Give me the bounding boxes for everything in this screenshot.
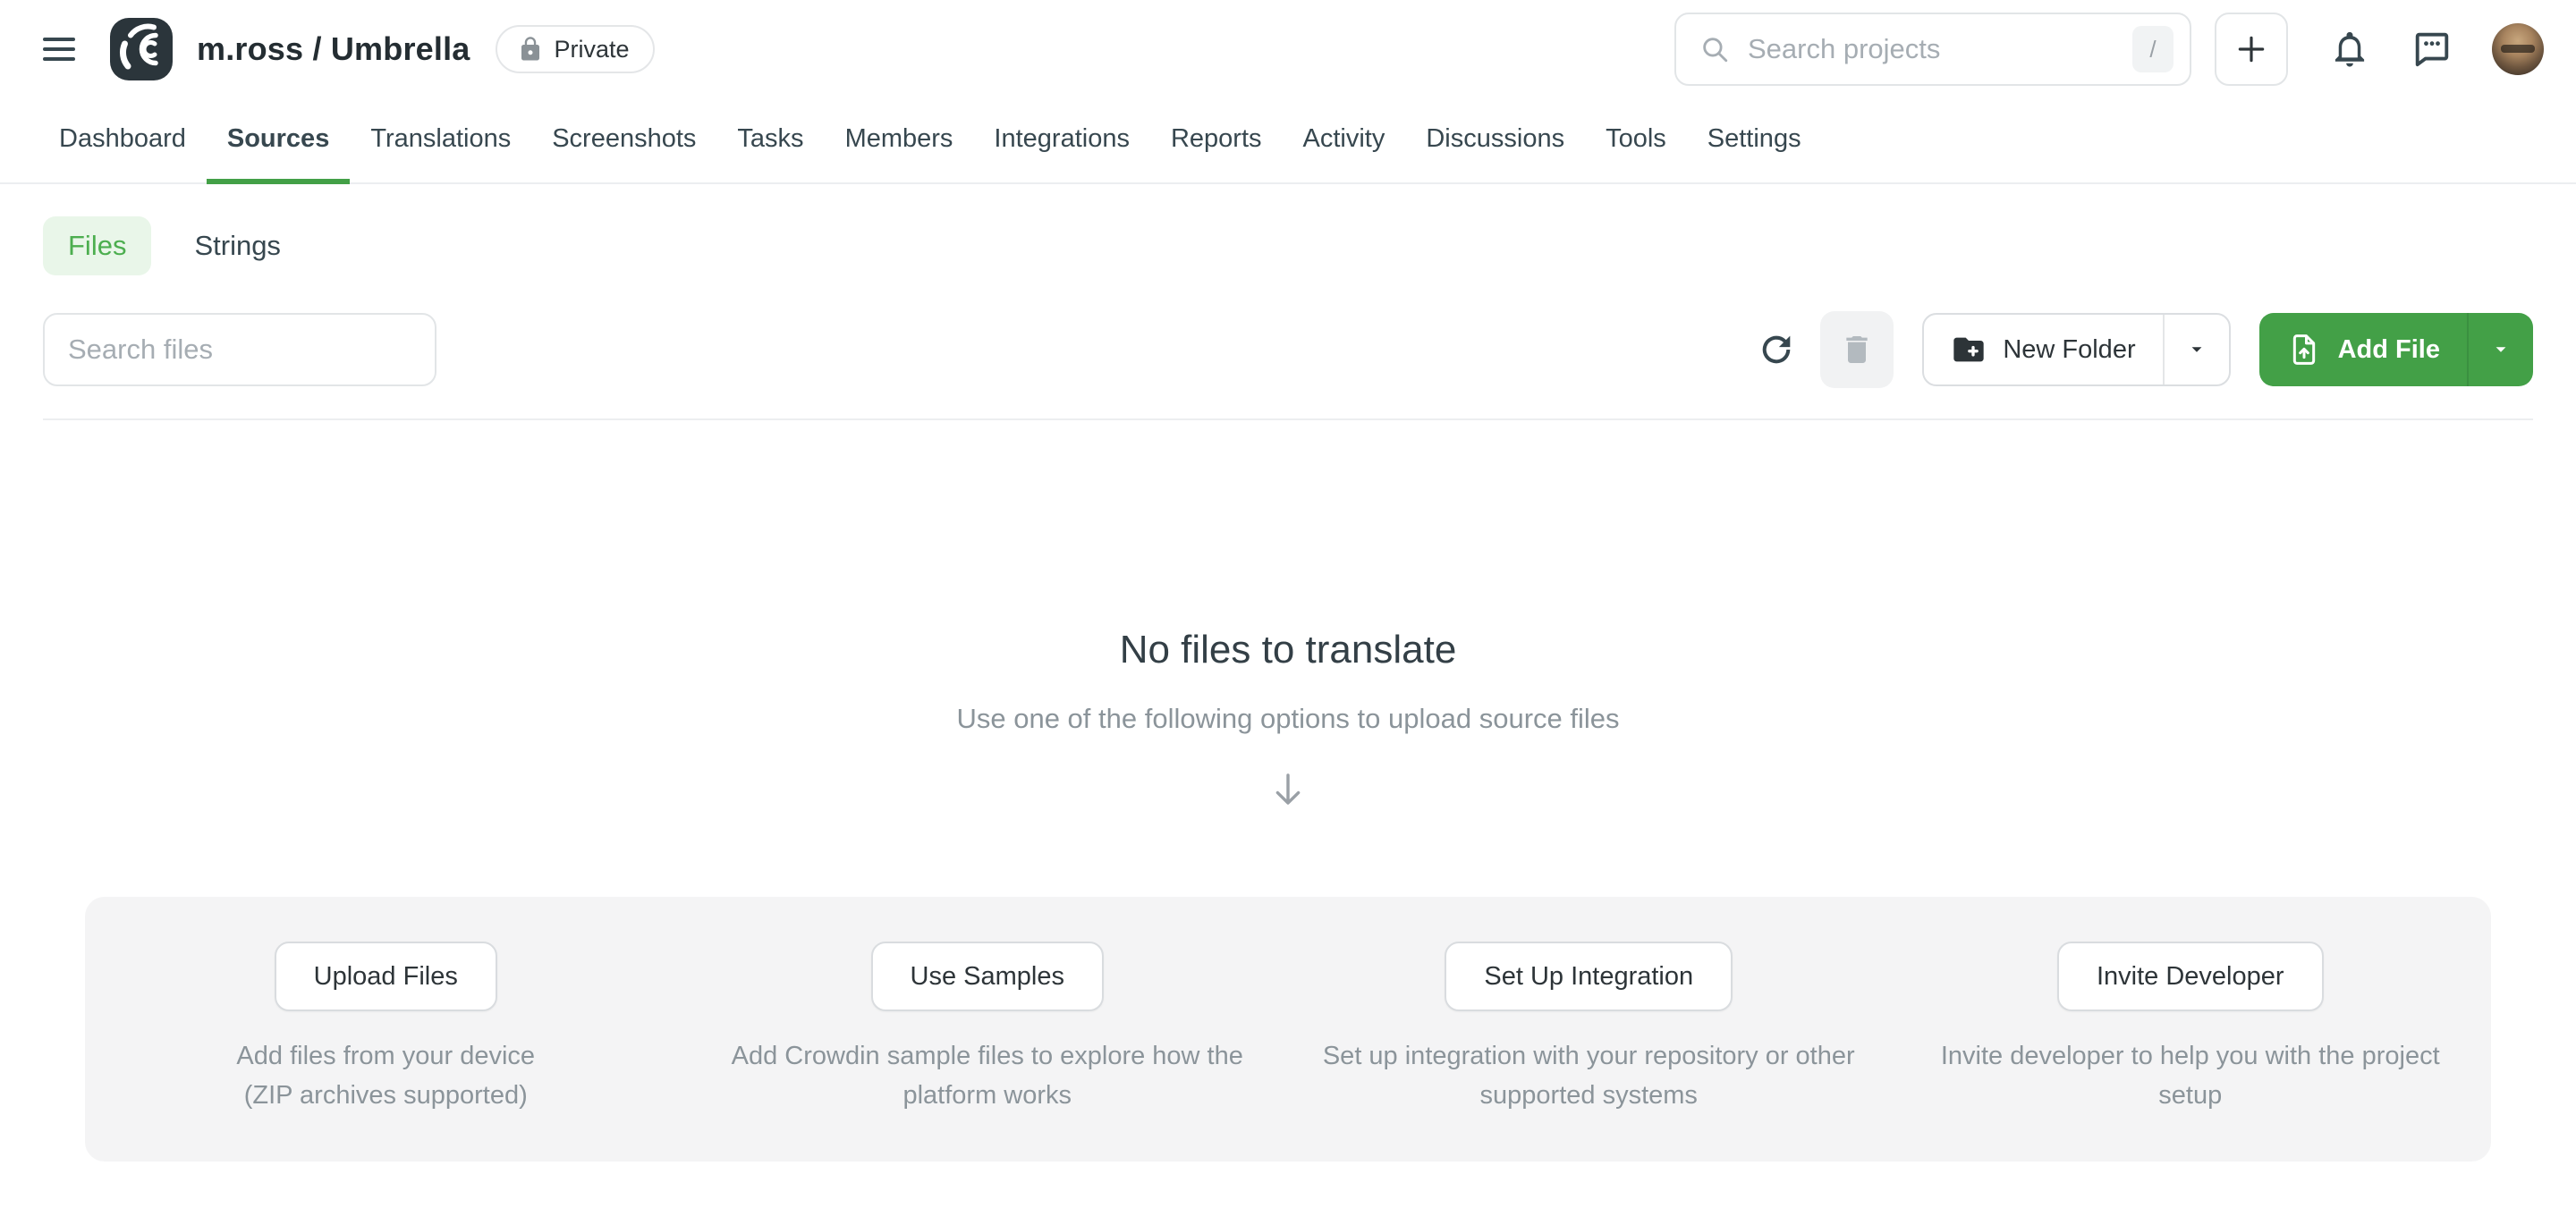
- add-file-dropdown[interactable]: [2467, 313, 2533, 386]
- upload-files-button[interactable]: Upload Files: [275, 942, 497, 1011]
- tab-reports[interactable]: Reports: [1150, 98, 1283, 184]
- tab-members[interactable]: Members: [825, 98, 974, 184]
- tab-translations[interactable]: Translations: [350, 98, 531, 184]
- files-toolbar: New Folder Add File: [43, 311, 2533, 388]
- project-search[interactable]: /: [1674, 13, 2191, 86]
- tab-activity[interactable]: Activity: [1283, 98, 1406, 184]
- chat-icon: [2411, 29, 2453, 70]
- refresh-icon: [1756, 329, 1797, 370]
- feedback-chat-button[interactable]: [2411, 29, 2453, 70]
- tab-tasks[interactable]: Tasks: [716, 98, 824, 184]
- search-shortcut-key: /: [2132, 26, 2174, 72]
- subtab-strings[interactable]: Strings: [169, 216, 305, 275]
- tab-integrations[interactable]: Integrations: [973, 98, 1150, 184]
- new-folder-label: New Folder: [2003, 335, 2135, 365]
- tab-settings[interactable]: Settings: [1687, 98, 1822, 184]
- project-search-input[interactable]: [1748, 33, 2132, 65]
- option-invite-developer: Invite Developer Invite developer to hel…: [1890, 942, 2492, 1115]
- tab-tools[interactable]: Tools: [1585, 98, 1687, 184]
- new-folder-split-button: New Folder: [1922, 313, 2230, 386]
- caret-down-icon: [2489, 338, 2512, 361]
- set-up-integration-button[interactable]: Set Up Integration: [1445, 942, 1733, 1011]
- option-set-up-integration: Set Up Integration Set up integration wi…: [1288, 942, 1890, 1115]
- tab-screenshots[interactable]: Screenshots: [531, 98, 716, 184]
- toolbar-divider: [43, 418, 2533, 420]
- empty-state-subtitle: Use one of the following options to uplo…: [43, 703, 2533, 735]
- new-folder-button[interactable]: New Folder: [1924, 315, 2162, 384]
- project-nav: Dashboard Sources Translations Screensho…: [0, 98, 2576, 184]
- invite-developer-description: Invite developer to help you with the pr…: [1915, 1036, 2465, 1115]
- add-file-button[interactable]: Add File: [2259, 313, 2467, 386]
- tab-discussions[interactable]: Discussions: [1405, 98, 1585, 184]
- empty-state-title: No files to translate: [43, 628, 2533, 672]
- new-folder-dropdown[interactable]: [2163, 315, 2229, 384]
- project-title: m.ross / Umbrella: [197, 30, 470, 68]
- lock-icon: [517, 36, 544, 63]
- use-samples-description: Add Crowdin sample files to explore how …: [715, 1036, 1260, 1115]
- privacy-badge-label: Private: [555, 36, 630, 63]
- top-bar: m.ross / Umbrella Private /: [0, 0, 2576, 98]
- plus-icon: [2234, 32, 2268, 66]
- user-avatar[interactable]: [2492, 23, 2544, 75]
- upload-options-panel: Upload Files Add files from your device …: [85, 897, 2491, 1162]
- create-project-button[interactable]: [2215, 13, 2288, 86]
- sources-subtabs: Files Strings: [43, 216, 2533, 275]
- trash-icon: [1839, 332, 1875, 367]
- add-file-label: Add File: [2338, 335, 2440, 365]
- folder-plus-icon: [1951, 332, 1987, 367]
- use-samples-button[interactable]: Use Samples: [871, 942, 1104, 1011]
- tab-dashboard[interactable]: Dashboard: [38, 98, 207, 184]
- hamburger-menu-icon[interactable]: [43, 30, 82, 69]
- privacy-badge: Private: [496, 25, 655, 73]
- search-icon: [1699, 34, 1730, 64]
- sources-page: Files Strings: [0, 216, 2576, 1162]
- option-upload-files: Upload Files Add files from your device …: [85, 942, 687, 1115]
- tab-sources[interactable]: Sources: [207, 98, 350, 184]
- down-arrow-icon: [43, 769, 2533, 816]
- bell-icon: [2329, 29, 2370, 70]
- delete-button[interactable]: [1820, 311, 1894, 388]
- refresh-button[interactable]: [1756, 329, 1797, 370]
- set-up-integration-description: Set up integration with your repository …: [1296, 1036, 1882, 1115]
- notifications-button[interactable]: [2329, 29, 2370, 70]
- caret-down-icon: [2185, 338, 2208, 361]
- option-use-samples: Use Samples Add Crowdin sample files to …: [687, 942, 1289, 1115]
- add-file-split-button: Add File: [2259, 313, 2533, 386]
- upload-files-description: Add files from your device (ZIP archives…: [225, 1036, 547, 1115]
- file-search-input[interactable]: [43, 313, 436, 386]
- crowdin-logo-icon[interactable]: [109, 17, 174, 81]
- file-upload-icon: [2286, 332, 2322, 367]
- subtab-files[interactable]: Files: [43, 216, 151, 275]
- empty-state: No files to translate Use one of the fol…: [43, 628, 2533, 816]
- invite-developer-button[interactable]: Invite Developer: [2057, 942, 2324, 1011]
